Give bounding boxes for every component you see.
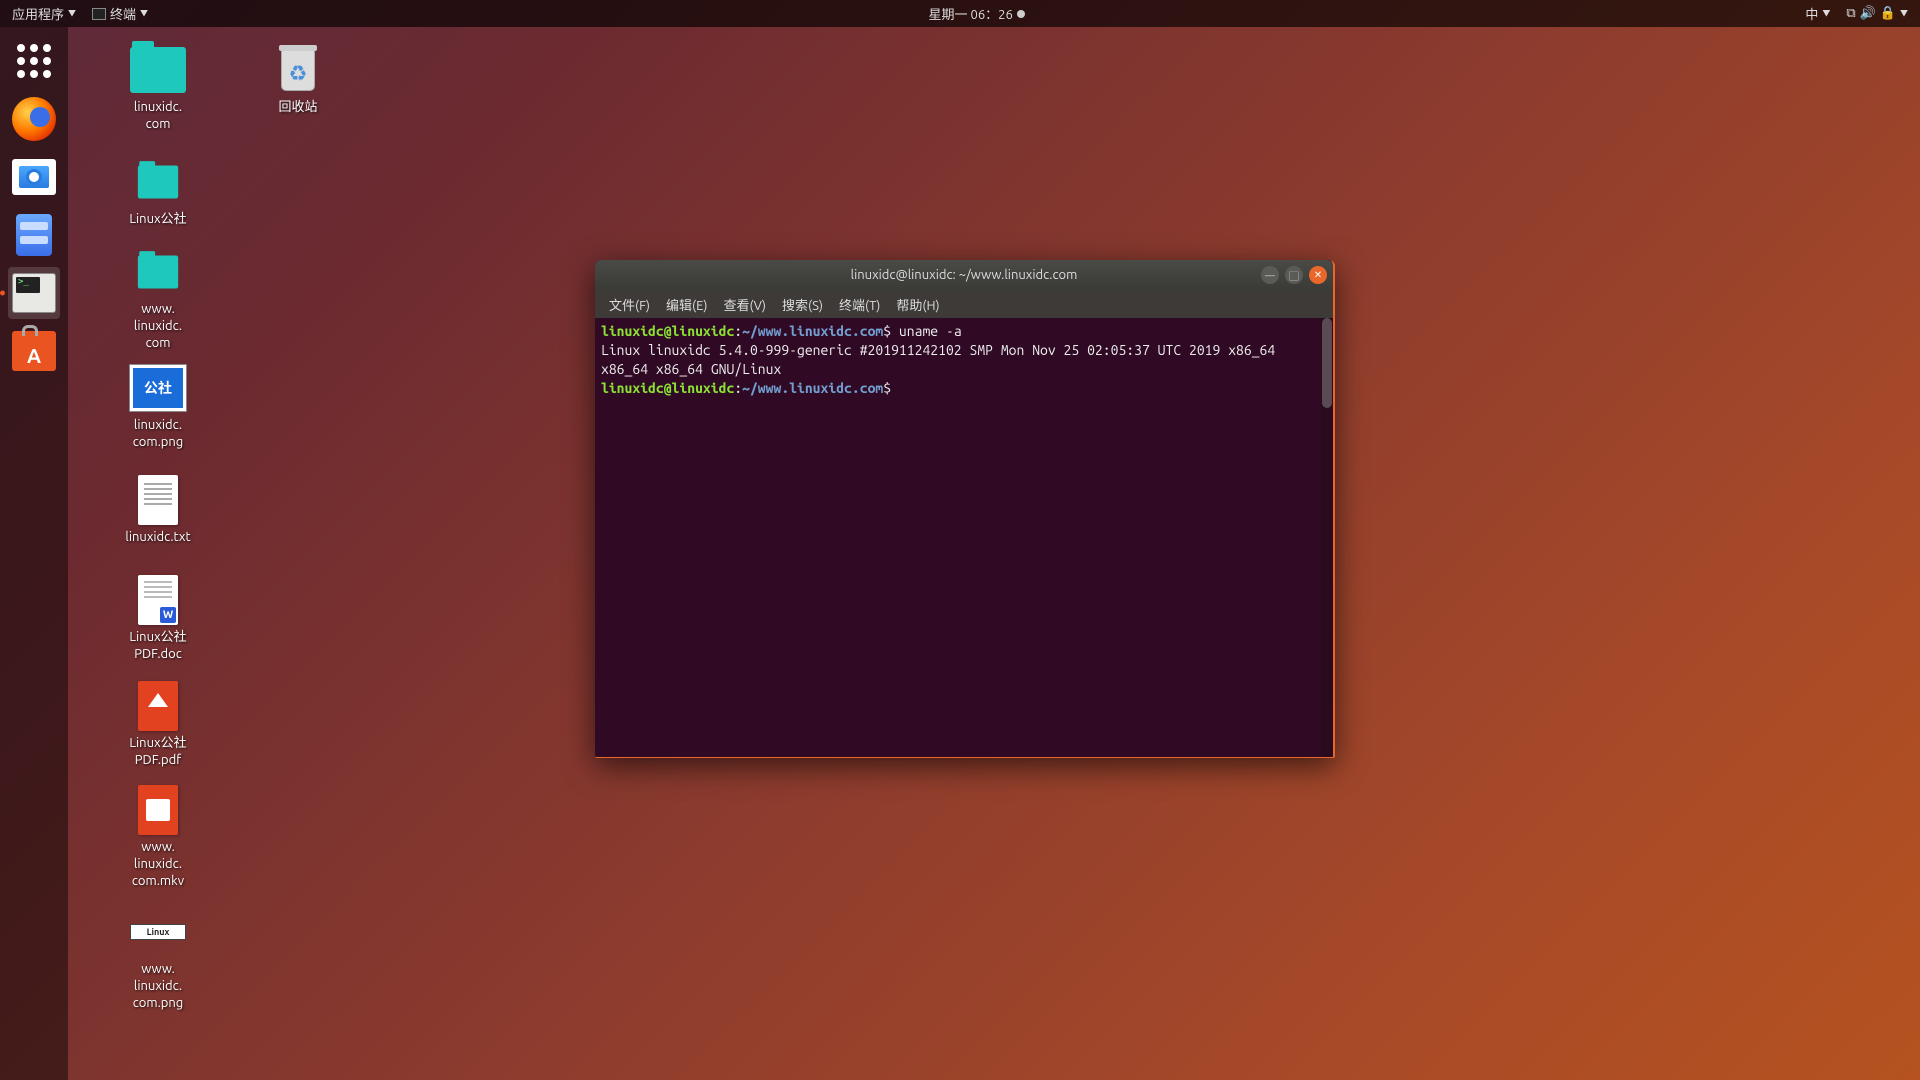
menu-file[interactable]: 文件(F) [603,293,656,316]
prompt-sep: : [734,380,742,396]
icon-label: Linux公社PDF.pdf [108,735,208,769]
trash-icon [281,49,315,91]
prompt-user: linuxidc@linuxidc [601,380,734,396]
terminal-cursor [891,380,899,396]
icon-label: www.linuxidc.com.mkv [108,839,208,890]
terminal-scrollbar[interactable] [1321,318,1333,757]
icon-label: www.linuxidc.com.png [108,961,208,1012]
icon-label: linuxidc.com.png [108,417,208,451]
terminal-menubar: 文件(F) 编辑(E) 查看(V) 搜索(S) 终端(T) 帮助(H) [595,290,1333,318]
window-titlebar[interactable]: linuxidc@linuxidc: ~/www.linuxidc.com — … [595,260,1333,290]
chevron-down-icon: ▼ [68,8,76,19]
system-menu[interactable]: ⧉ 🔊 🔒 ▼ [1842,6,1912,21]
icon-label: linuxidc.txt [108,529,208,546]
text-file-icon [138,475,178,525]
files-icon [16,214,52,256]
wifi-icon: ⧉ [1846,6,1855,21]
window-title: linuxidc@linuxidc: ~/www.linuxidc.com [595,268,1333,282]
menu-terminal[interactable]: 终端(T) [833,293,886,316]
applications-menu[interactable]: 应用程序 ▼ [8,4,80,23]
desktop-text-file[interactable]: linuxidc.txt [108,475,208,546]
dock-software[interactable] [8,325,60,377]
terminal-icon [12,273,56,313]
battery-icon: 🔒 [1880,6,1896,21]
folder-icon [130,47,186,93]
desktop-folder-www-linuxidc[interactable]: www.linuxidc.com [108,247,208,352]
icon-label: Linux公社PDF.doc [108,629,208,663]
terminal-output: Linux linuxidc 5.4.0-999-generic #201911… [601,342,1283,377]
icon-label: linuxidc.com [108,99,208,133]
window-maximize-button[interactable]: ▢ [1285,266,1303,284]
pdf-file-icon [138,681,178,731]
prompt-path: ~/www.linuxidc.com [742,323,883,339]
prompt-symbol: $ [883,380,891,396]
volume-icon: 🔊 [1860,6,1876,21]
desktop-trash[interactable]: 回收站 [248,45,348,116]
icon-label: 回收站 [248,99,348,116]
dock-files[interactable] [8,209,60,261]
camera-icon [12,159,56,195]
terminal-body[interactable]: linuxidc@linuxidc:~/www.linuxidc.com$ un… [595,318,1333,757]
dock-shotwell[interactable] [8,151,60,203]
prompt-sep: : [734,323,742,339]
active-app-menu[interactable]: 终端 ▼ [88,4,152,23]
desktop[interactable]: linuxidc.com 回收站 Linux公社 www.linuxidc.co… [68,27,1920,1080]
dock-firefox[interactable] [8,93,60,145]
prompt-symbol: $ [883,323,891,339]
desktop-pdf-file[interactable]: Linux公社PDF.pdf [108,681,208,769]
input-method-indicator[interactable]: 中 ▼ [1801,4,1834,23]
doc-file-icon [138,575,178,625]
icon-label: www.linuxidc.com [108,301,208,352]
menu-search[interactable]: 搜索(S) [776,293,829,316]
menu-help[interactable]: 帮助(H) [890,293,945,316]
video-file-icon [138,785,178,835]
desktop-image-linuxidc-png[interactable]: 公社 linuxidc.com.png [108,363,208,451]
folder-icon [138,255,178,288]
recording-indicator-icon[interactable] [1017,10,1025,18]
desktop-folder-linux-gongshe[interactable]: Linux公社 [108,157,208,228]
desktop-folder-linuxidc-com[interactable]: linuxidc.com [108,45,208,133]
menu-edit[interactable]: 编辑(E) [660,293,713,316]
clock[interactable]: 星期一 06：26 [929,4,1013,23]
dock [0,27,68,1080]
image-icon: 公社 [130,365,186,411]
dock-terminal[interactable] [8,267,60,319]
dock-show-applications[interactable] [8,35,60,87]
running-indicator-icon [0,291,5,296]
software-center-icon [12,331,56,371]
window-minimize-button[interactable]: — [1261,266,1279,284]
firefox-icon [12,97,56,141]
ime-label: 中 [1805,4,1818,23]
terminal-small-icon [92,8,106,20]
terminal-command: uname -a [891,323,962,339]
desktop-doc-file[interactable]: Linux公社PDF.doc [108,575,208,663]
chevron-down-icon: ▼ [1822,8,1830,19]
prompt-user: linuxidc@linuxidc [601,323,734,339]
terminal-window[interactable]: linuxidc@linuxidc: ~/www.linuxidc.com — … [595,260,1335,758]
applications-label: 应用程序 [12,4,64,23]
image-icon: Linux [130,924,186,940]
prompt-path: ~/www.linuxidc.com [742,380,883,396]
desktop-video-file[interactable]: www.linuxidc.com.mkv [108,785,208,890]
desktop-image-www-png[interactable]: Linux www.linuxidc.com.png [108,907,208,1012]
chevron-down-icon: ▼ [140,8,148,19]
chevron-down-icon: ▼ [1900,8,1908,19]
thumb-text: Linux [147,927,170,937]
menu-view[interactable]: 查看(V) [718,293,772,316]
apps-grid-icon [17,44,51,78]
window-close-button[interactable]: ✕ [1309,266,1327,284]
top-panel: 应用程序 ▼ 终端 ▼ 星期一 06：26 中 ▼ ⧉ 🔊 🔒 ▼ [0,0,1920,27]
thumb-text: 公社 [144,378,172,398]
folder-icon [138,165,178,198]
icon-label: Linux公社 [108,211,208,228]
active-app-label: 终端 [110,4,136,23]
